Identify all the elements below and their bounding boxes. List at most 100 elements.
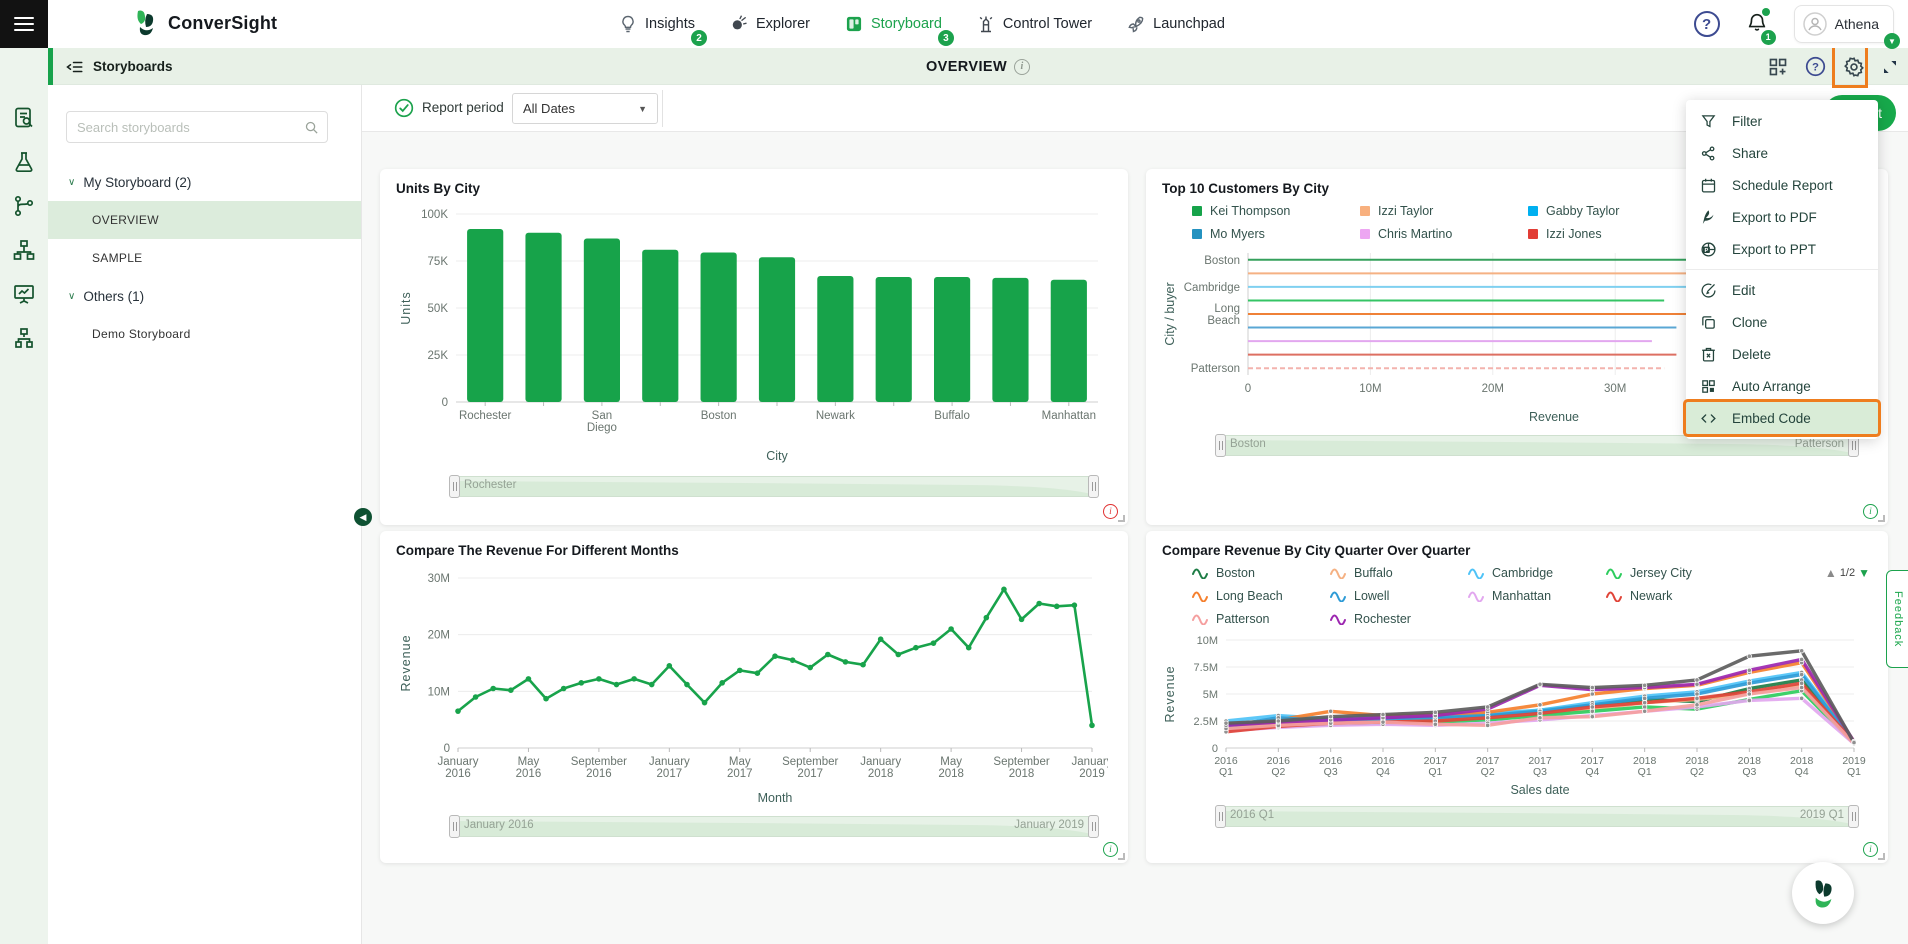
menu-item-export-to-ppt[interactable]: PExport to PPT bbox=[1686, 233, 1878, 265]
menu-item-filter[interactable]: Filter bbox=[1686, 105, 1878, 137]
range-slider[interactable]: Rochester bbox=[450, 476, 1098, 497]
legend-item-izzi-jones[interactable]: Izzi Jones bbox=[1528, 227, 1696, 241]
legend-item-chris-martino[interactable]: Chris Martino bbox=[1360, 227, 1528, 241]
range-slider-left-handle[interactable] bbox=[1215, 434, 1226, 457]
bulb-icon bbox=[618, 14, 638, 34]
menu-item-schedule-report[interactable]: Schedule Report bbox=[1686, 169, 1878, 201]
branch-icon[interactable] bbox=[12, 194, 36, 218]
tree-group[interactable]: ∨Others (1) bbox=[48, 277, 361, 315]
svg-text:0: 0 bbox=[1245, 383, 1251, 395]
range-slider-right-label: Patterson bbox=[1795, 438, 1844, 450]
range-slider-track[interactable] bbox=[450, 816, 1098, 837]
sidebar-item-overview[interactable]: OVERVIEW bbox=[48, 201, 361, 239]
hamburger-menu-icon[interactable] bbox=[0, 0, 48, 48]
legend-item-cambridge[interactable]: Cambridge bbox=[1468, 566, 1606, 580]
feedback-tab[interactable]: Feedback bbox=[1886, 570, 1908, 668]
legend-item-mo-myers[interactable]: Mo Myers bbox=[1192, 227, 1360, 241]
resize-handle[interactable] bbox=[1878, 515, 1885, 522]
primary-nav: Insights2 Explorer Storyboard3 Control Towe… bbox=[618, 0, 1225, 48]
legend-label: Chris Martino bbox=[1378, 227, 1452, 241]
conversight-logo[interactable]: ConverSight bbox=[130, 8, 277, 38]
menu-item-export-to-pdf[interactable]: Export to PDF bbox=[1686, 201, 1878, 233]
range-slider-left-handle[interactable] bbox=[1215, 805, 1226, 828]
legend-item-rochester[interactable]: Rochester bbox=[1330, 612, 1468, 626]
legend-item-manhattan[interactable]: Manhattan bbox=[1468, 589, 1606, 603]
menu-item-clone[interactable]: Clone bbox=[1686, 306, 1878, 338]
check-circle-icon[interactable] bbox=[394, 98, 414, 118]
resize-handle[interactable] bbox=[1118, 515, 1125, 522]
nav-item-launchpad[interactable]: Launchpad bbox=[1126, 14, 1225, 34]
chart-info-icon[interactable]: i bbox=[1103, 842, 1118, 857]
legend-item-kei-thompson[interactable]: Kei Thompson bbox=[1192, 204, 1360, 218]
legend-item-long-beach[interactable]: Long Beach bbox=[1192, 589, 1330, 603]
menu-item-embed-code[interactable]: Embed Code bbox=[1686, 402, 1878, 434]
menu-item-share[interactable]: Share bbox=[1686, 137, 1878, 169]
range-slider-track[interactable] bbox=[450, 476, 1098, 497]
collapse-panel-icon[interactable]: ◀ bbox=[354, 508, 372, 526]
date-range-select[interactable]: All Dates▼ bbox=[512, 93, 658, 124]
menu-item-delete[interactable]: Delete bbox=[1686, 338, 1878, 370]
chart-info-icon[interactable]: i bbox=[1863, 842, 1878, 857]
nav-item-control-tower[interactable]: Control Tower bbox=[976, 14, 1092, 34]
doc-search-icon[interactable] bbox=[12, 106, 36, 130]
legend-page-down-icon[interactable]: ▼ bbox=[1858, 566, 1870, 580]
flask-icon[interactable] bbox=[12, 150, 36, 174]
resize-handle[interactable] bbox=[1878, 853, 1885, 860]
user-menu[interactable]: Athena ▼ bbox=[1794, 5, 1894, 43]
fullscreen-icon[interactable] bbox=[1882, 59, 1898, 75]
legend-label: Long Beach bbox=[1216, 589, 1283, 603]
svg-text:20M: 20M bbox=[428, 630, 450, 642]
settings-gear-icon[interactable] bbox=[1843, 56, 1865, 78]
legend-pagination: ▲1/2▼ bbox=[1825, 566, 1870, 580]
legend-label: Cambridge bbox=[1492, 566, 1553, 580]
storyboard-help-icon[interactable]: ? bbox=[1805, 56, 1826, 77]
legend-item-jersey-city[interactable]: Jersey City bbox=[1606, 566, 1744, 580]
tree-group[interactable]: ∨My Storyboard (2) bbox=[48, 163, 361, 201]
sidebar-item-sample[interactable]: SAMPLE bbox=[48, 239, 361, 277]
sitemap-icon[interactable] bbox=[12, 238, 36, 262]
code-icon bbox=[1700, 410, 1717, 427]
legend-label: Boston bbox=[1216, 566, 1255, 580]
range-slider-left-handle[interactable] bbox=[449, 815, 460, 838]
network-icon[interactable] bbox=[12, 326, 36, 350]
legend-item-newark[interactable]: Newark bbox=[1606, 589, 1744, 603]
tower-icon bbox=[976, 14, 996, 34]
range-slider-left-handle[interactable] bbox=[449, 475, 460, 498]
legend-item-boston[interactable]: Boston bbox=[1192, 566, 1330, 580]
legend-page-up-icon[interactable]: ▲ bbox=[1825, 566, 1837, 580]
legend-item-buffalo[interactable]: Buffalo bbox=[1330, 566, 1468, 580]
range-slider-right-handle[interactable] bbox=[1848, 805, 1859, 828]
nav-item-storyboard[interactable]: Storyboard3 bbox=[844, 14, 942, 34]
range-slider[interactable]: January 2016January 2019 bbox=[450, 816, 1098, 837]
notifications-bell-icon[interactable]: 1 bbox=[1746, 11, 1768, 38]
athena-chat-fab[interactable] bbox=[1792, 862, 1854, 924]
chevron-down-icon: ∨ bbox=[68, 291, 75, 302]
legend-item-patterson[interactable]: Patterson bbox=[1192, 612, 1330, 626]
search-input[interactable] bbox=[77, 120, 304, 135]
svg-text:Q4: Q4 bbox=[1376, 766, 1390, 778]
svg-text:Units: Units bbox=[399, 291, 413, 324]
nav-item-explorer[interactable]: Explorer bbox=[729, 14, 810, 34]
chart-info-icon[interactable]: i bbox=[1863, 504, 1878, 519]
legend-item-izzi-taylor[interactable]: Izzi Taylor bbox=[1360, 204, 1528, 218]
sidebar-item-demo-storyboard[interactable]: Demo Storyboard bbox=[48, 315, 361, 353]
legend-item-gabby-taylor[interactable]: Gabby Taylor bbox=[1528, 204, 1696, 218]
resize-handle[interactable] bbox=[1118, 853, 1125, 860]
chart-info-icon[interactable]: i bbox=[1103, 504, 1118, 519]
presentation-icon[interactable] bbox=[12, 282, 36, 306]
range-slider-right-handle[interactable] bbox=[1088, 815, 1099, 838]
add-widget-icon[interactable] bbox=[1768, 57, 1788, 77]
legend-label: Rochester bbox=[1354, 612, 1411, 626]
range-slider-track[interactable] bbox=[1216, 806, 1858, 827]
search-box[interactable] bbox=[66, 111, 328, 143]
search-icon[interactable] bbox=[304, 120, 319, 135]
range-slider-right-handle[interactable] bbox=[1088, 475, 1099, 498]
menu-item-edit[interactable]: Edit bbox=[1686, 274, 1878, 306]
range-slider[interactable]: 2016 Q12019 Q1 bbox=[1216, 806, 1858, 827]
nav-item-insights[interactable]: Insights2 bbox=[618, 14, 695, 34]
menu-item-auto-arrange[interactable]: Auto Arrange bbox=[1686, 370, 1878, 402]
legend-item-lowell[interactable]: Lowell bbox=[1330, 589, 1468, 603]
info-icon[interactable]: i bbox=[1014, 59, 1030, 75]
help-icon[interactable]: ? bbox=[1694, 11, 1720, 37]
legend-swatch bbox=[1528, 229, 1538, 239]
